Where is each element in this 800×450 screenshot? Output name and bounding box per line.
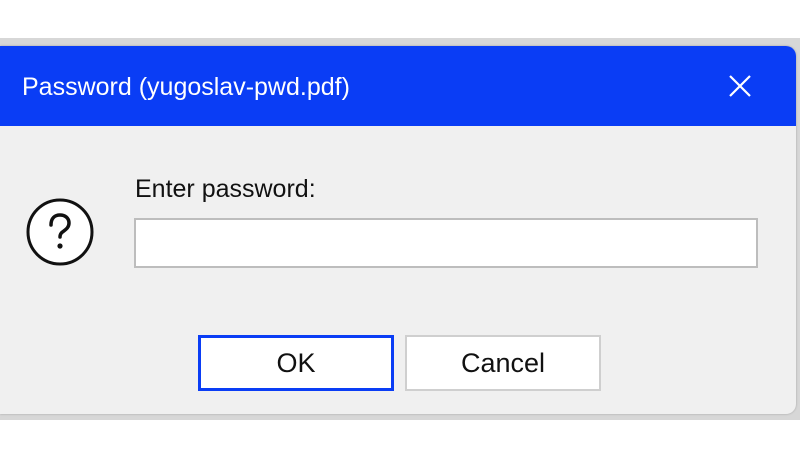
- ok-button[interactable]: OK: [198, 335, 394, 391]
- close-button[interactable]: [712, 62, 768, 110]
- cancel-button[interactable]: Cancel: [405, 335, 601, 391]
- question-icon: [26, 198, 94, 266]
- password-label: Enter password:: [135, 175, 316, 203]
- password-dialog: Password (yugoslav-pwd.pdf) Enter passwo…: [0, 46, 796, 414]
- title-bar[interactable]: Password (yugoslav-pwd.pdf): [0, 46, 796, 126]
- screen: Password (yugoslav-pwd.pdf) Enter passwo…: [0, 0, 800, 450]
- window-title: Password (yugoslav-pwd.pdf): [22, 73, 350, 101]
- password-input[interactable]: [134, 218, 758, 268]
- close-icon: [729, 75, 751, 97]
